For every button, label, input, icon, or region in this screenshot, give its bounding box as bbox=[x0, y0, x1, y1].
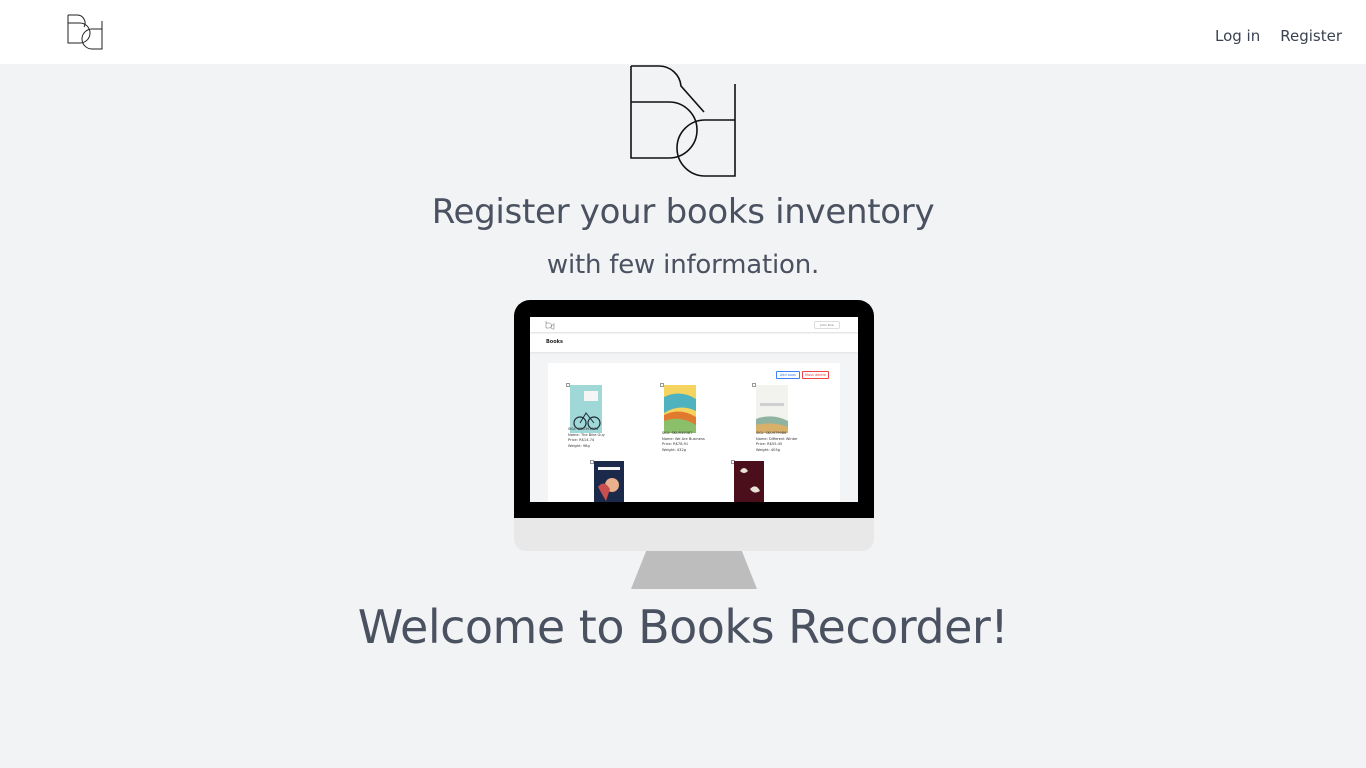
preview-user-menu: John Doe bbox=[814, 321, 840, 329]
preview-add-book-button: Add book bbox=[776, 371, 800, 379]
book-cover-we-are-business-icon bbox=[664, 385, 696, 433]
register-link[interactable]: Register bbox=[1280, 27, 1342, 45]
welcome-heading: Welcome to Books Recorder! bbox=[357, 600, 1009, 654]
book-cover-dark-icon bbox=[734, 461, 764, 502]
hero-logo-icon bbox=[630, 65, 736, 177]
top-navbar: Log in Register bbox=[0, 0, 1366, 64]
preview-book-info: SKU: SKU939387 Name: We Are Business Pri… bbox=[662, 431, 705, 452]
preview-logo-icon bbox=[545, 321, 555, 330]
hero-subheadline: with few information. bbox=[546, 250, 820, 280]
auth-nav: Log in Register bbox=[1215, 27, 1342, 45]
app-preview-screenshot: John Doe Books Add book Mass delete SKU:… bbox=[530, 317, 858, 502]
brand-logo-icon[interactable] bbox=[66, 13, 104, 51]
book-cover-bike-guy-icon bbox=[570, 385, 602, 433]
preview-page-header: Books bbox=[530, 334, 858, 352]
book-cover-atomic-love-icon bbox=[594, 461, 624, 502]
preview-mass-delete-button: Mass delete bbox=[802, 371, 829, 379]
book-cover-image bbox=[734, 461, 764, 502]
book-cover-different-winter-icon bbox=[756, 385, 788, 433]
monitor-bezel: John Doe Books Add book Mass delete SKU:… bbox=[514, 300, 874, 518]
monitor-stand bbox=[631, 551, 757, 589]
login-link[interactable]: Log in bbox=[1215, 27, 1260, 45]
book-cover-image bbox=[570, 385, 602, 433]
monitor-chin bbox=[514, 518, 874, 551]
preview-books-panel: Add book Mass delete SKU: SKU393474 Name… bbox=[548, 363, 840, 502]
preview-topbar: John Doe bbox=[530, 317, 858, 333]
book-cover-image bbox=[664, 385, 696, 433]
preview-page-title: Books bbox=[546, 339, 563, 345]
book-cover-image bbox=[594, 461, 624, 502]
hero-headline: Register your books inventory bbox=[431, 192, 935, 232]
preview-book-info: SKU: SKU393474 Name: The Bike Guy Price:… bbox=[568, 427, 605, 448]
book-cover-image bbox=[756, 385, 788, 433]
app-preview-monitor: John Doe Books Add book Mass delete SKU:… bbox=[514, 300, 874, 590]
preview-book-info: SKU: SKU979986 Name: Different Winter Pr… bbox=[756, 431, 798, 452]
